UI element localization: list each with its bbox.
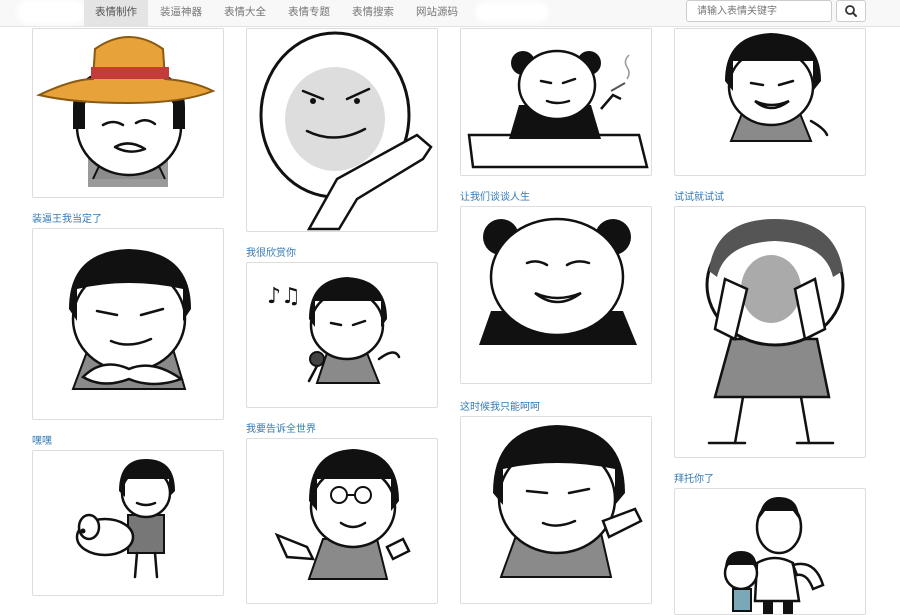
nav-item-show-off-tool[interactable]: 装逼神器	[151, 0, 211, 26]
meme-image-straw-hat	[35, 36, 216, 187]
meme-image-bowl-cut-dog	[75, 459, 175, 579]
nav-item-meme-maker[interactable]: 表情制作	[84, 0, 148, 26]
meme-card-straw-hat[interactable]	[32, 28, 224, 198]
search-icon	[845, 5, 857, 17]
meme-caption-8[interactable]: 拜托你了	[674, 474, 714, 486]
meme-image-glasses	[274, 449, 411, 580]
meme-image-face-grab	[705, 219, 845, 445]
meme-image-bowl-cut-cry	[725, 33, 829, 142]
meme-card-rage-face[interactable]	[246, 28, 438, 232]
meme-card-bowl-cut-hehe[interactable]	[460, 416, 652, 604]
nav-item-meme-collection[interactable]: 表情大全	[215, 0, 275, 26]
meme-card-bowl-cut-dog[interactable]	[32, 450, 224, 596]
meme-caption-2[interactable]: 我很欣赏你	[246, 248, 296, 260]
meme-image-singing: ♪♫	[267, 277, 401, 384]
meme-caption-1[interactable]: 装逼王我当定了	[32, 214, 102, 226]
meme-image-panda-smoking	[467, 49, 649, 169]
meme-card-bowl-cut-1[interactable]	[32, 228, 224, 420]
meme-caption-3[interactable]: 让我们谈谈人生	[460, 192, 530, 204]
meme-caption-6[interactable]: 我要告诉全世界	[246, 424, 316, 436]
meme-image-muscle	[723, 497, 825, 614]
nav-item-meme-search[interactable]: 表情搜索	[343, 0, 403, 26]
meme-caption-7[interactable]: 这时候我只能呵呵	[460, 402, 540, 414]
search-button[interactable]	[836, 0, 866, 22]
meme-card-panda-laugh[interactable]	[460, 206, 652, 384]
meme-caption-5[interactable]: 嘿嘿	[32, 436, 52, 448]
meme-card-face-grab[interactable]	[674, 206, 866, 458]
meme-card-panda-smoking[interactable]	[460, 28, 652, 176]
meme-caption-4[interactable]: 试试就试试	[674, 192, 724, 204]
meme-image-bowl-cut-smirk	[69, 249, 191, 390]
meme-image-panda-laugh	[479, 217, 637, 383]
nav-item-site-source[interactable]: 网站源码	[407, 0, 467, 26]
site-logo[interactable]	[20, 3, 82, 21]
nav-blurred-item	[478, 5, 546, 19]
search-input[interactable]	[686, 0, 832, 22]
meme-image-bowl-cut-hehe	[493, 425, 643, 578]
meme-card-glasses[interactable]	[246, 438, 438, 604]
svg-text:♪♫: ♪♫	[267, 284, 301, 309]
meme-card-singing[interactable]: ♪♫	[246, 262, 438, 408]
meme-card-muscle[interactable]	[674, 488, 866, 615]
meme-card-bowl-cut-cry[interactable]	[674, 28, 866, 176]
top-navbar: 表情制作 装逼神器 表情大全 表情专题 表情搜索 网站源码	[0, 0, 900, 27]
nav-item-meme-topics[interactable]: 表情专题	[279, 0, 339, 26]
meme-image-rage-face	[259, 31, 433, 231]
